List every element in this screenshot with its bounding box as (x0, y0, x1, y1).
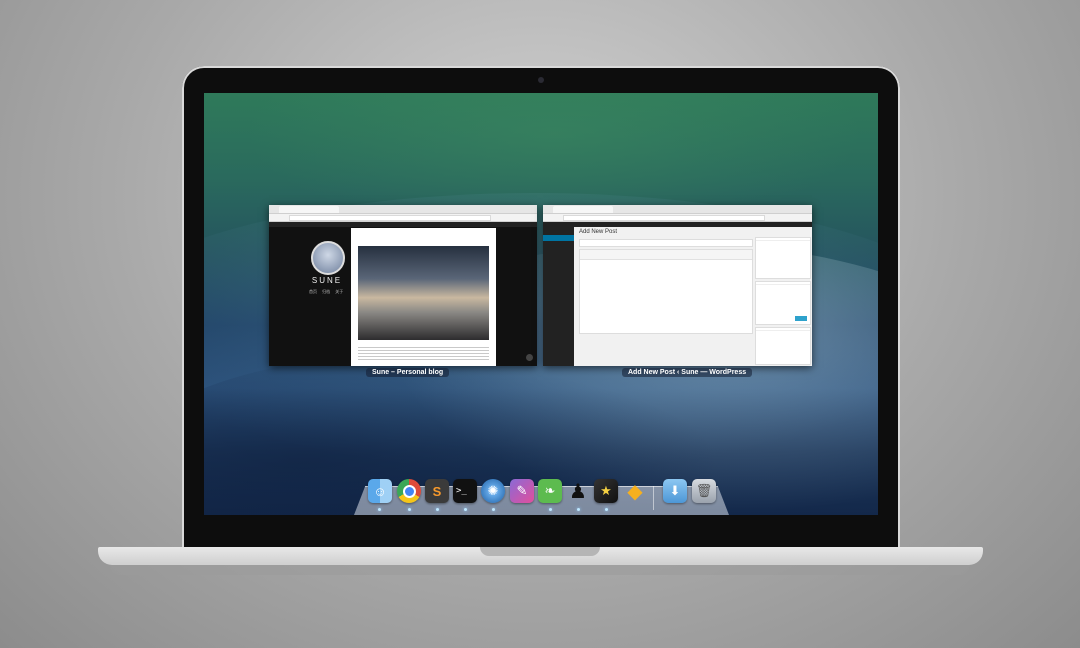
running-indicator (436, 508, 439, 511)
running-indicator (577, 508, 580, 511)
blog-nav-item: 首页 (309, 289, 317, 294)
browser-tab-bar (269, 205, 537, 214)
wp-menu-item (543, 298, 574, 304)
post-editor (579, 249, 753, 334)
url-field (563, 215, 765, 221)
wp-publish-box (755, 281, 811, 325)
blog-nav-item: 归档 (322, 289, 331, 294)
post-text-lines (358, 345, 489, 361)
wp-menu-item (543, 277, 574, 283)
post-photo (358, 246, 489, 340)
window-thumbnail-blog[interactable]: SUNE 首页 归档 关于 (269, 205, 537, 366)
blog-brand: SUNE (311, 276, 343, 285)
chrome-icon[interactable] (397, 479, 421, 503)
finder-icon[interactable]: ☺ (368, 479, 392, 503)
blog-post-card (351, 228, 496, 366)
wp-menu-item (543, 284, 574, 290)
address-bar (543, 214, 812, 222)
window-title-label: Sune – Personal blog (366, 368, 450, 377)
downloads-folder-icon[interactable]: ⬇ (663, 479, 687, 503)
window-thumbnail-wordpress[interactable]: Add New Post (543, 205, 812, 366)
wp-meta-box (755, 237, 811, 279)
publish-button (795, 316, 807, 321)
running-indicator (605, 508, 608, 511)
photo-app-icon[interactable]: ★ (594, 479, 618, 503)
wp-menu-item (543, 270, 574, 276)
meta-box-header (756, 238, 810, 241)
post-title-field (579, 239, 753, 247)
wp-menu-item (543, 305, 574, 311)
laptop-shadow (110, 565, 970, 575)
network-utility-icon[interactable]: ✺ (481, 479, 505, 503)
browser-tab-bar (543, 205, 812, 214)
browser-tab (553, 206, 613, 213)
terminal-icon[interactable]: >_ (453, 479, 477, 503)
running-indicator (464, 508, 467, 511)
running-indicator (549, 508, 552, 511)
wp-menu-item (543, 228, 574, 234)
wordpress-page: Add New Post (543, 227, 812, 366)
url-field (289, 215, 491, 221)
wp-admin-sidebar (543, 227, 574, 366)
running-indicator (492, 508, 495, 511)
wp-menu-item (543, 242, 574, 248)
dock-separator (653, 486, 654, 510)
laptop-notch (480, 547, 600, 556)
meta-box-header (756, 282, 810, 285)
wp-page-heading: Add New Post (579, 229, 618, 235)
camera (538, 77, 544, 83)
evernote-icon[interactable]: ❧ (538, 479, 562, 503)
running-indicator (378, 508, 381, 511)
wp-menu-item (543, 249, 574, 255)
trash-icon[interactable]: 🗑 (692, 479, 716, 503)
wp-menu-item (543, 291, 574, 297)
sketch-icon[interactable]: ◆ (623, 479, 647, 503)
running-indicator (408, 508, 411, 511)
blog-nav: 首页 归档 关于 (309, 289, 347, 295)
texture-icon[interactable]: ✎ (510, 479, 534, 503)
editor-toolbar (580, 250, 752, 260)
browser-tab (279, 206, 339, 213)
wp-categories-box (755, 327, 811, 365)
blog-nav-item: 关于 (335, 289, 344, 294)
wp-menu-item (543, 235, 574, 241)
sublime-text-icon[interactable]: S (425, 479, 449, 503)
meta-box-header (756, 328, 810, 331)
qq-icon[interactable]: ♟ (566, 479, 590, 503)
wp-menu-item (543, 256, 574, 262)
wp-menu-item (543, 263, 574, 269)
window-title-label: Add New Post ‹ Sune — WordPress (622, 368, 753, 377)
avatar (311, 241, 345, 275)
scroll-top-icon (526, 354, 533, 361)
address-bar (269, 214, 537, 222)
blog-page: SUNE 首页 归档 关于 (269, 227, 537, 366)
